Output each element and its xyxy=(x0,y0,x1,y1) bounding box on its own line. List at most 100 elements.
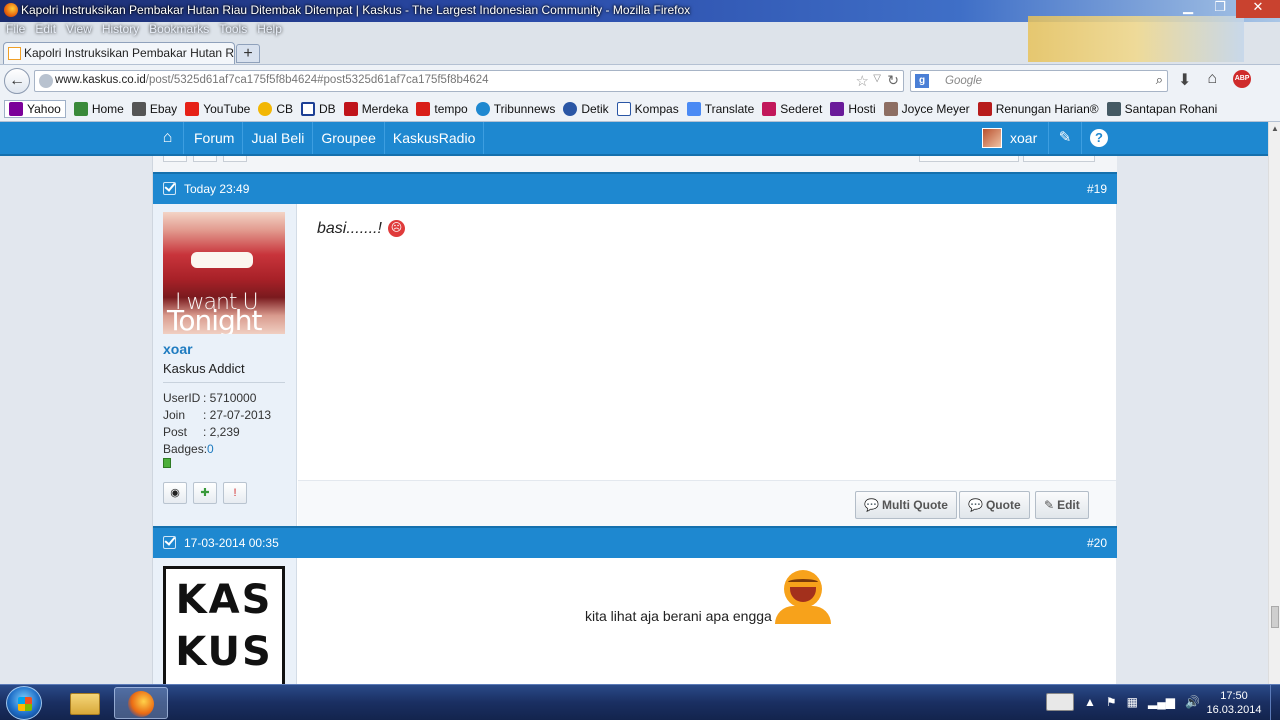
prev-user-action[interactable] xyxy=(193,156,217,162)
search-icon[interactable]: ⌕ xyxy=(1156,72,1163,88)
prev-edit-button[interactable] xyxy=(1023,156,1095,162)
back-button[interactable]: ← xyxy=(4,68,30,94)
toolbar-icons: ⬇ ⌂ ABP xyxy=(1178,70,1252,90)
kompas-icon xyxy=(616,101,631,116)
bookmark-item[interactable]: Home xyxy=(73,101,124,116)
pencil-icon[interactable]: ✎ xyxy=(1048,122,1082,154)
prev-user-action[interactable] xyxy=(223,156,247,162)
multi-quote-button[interactable]: 💬 Multi Quote xyxy=(855,491,957,519)
profile-button[interactable]: ◉ xyxy=(163,482,187,504)
downloads-icon[interactable]: ⬇ xyxy=(1178,70,1191,90)
menu-edit[interactable]: Edit xyxy=(35,22,56,40)
reload-icon[interactable]: ↻ xyxy=(887,72,899,89)
speech-bubble-icon: 💬 xyxy=(864,498,879,512)
nav-kaskusradio[interactable]: KaskusRadio xyxy=(385,122,485,154)
bookmark-star-icon[interactable]: ☆ xyxy=(856,72,869,90)
bookmark-item[interactable]: Hosti xyxy=(830,101,876,116)
edit-button[interactable]: ✎ Edit xyxy=(1035,491,1089,519)
signal-icon[interactable]: ▂▄▆ xyxy=(1148,695,1175,709)
post-message-text: basi.......! xyxy=(317,220,382,237)
page-viewport: ⌂ Forum Jual Beli Groupee KaskusRadio xo… xyxy=(0,122,1268,684)
bookmark-item[interactable]: tempo xyxy=(416,101,468,116)
taskbar-explorer[interactable] xyxy=(58,687,112,719)
nav-jual-beli[interactable]: Jual Beli xyxy=(243,122,314,154)
scrollbar-thumb[interactable] xyxy=(1271,606,1279,628)
volume-icon[interactable]: 🔊 xyxy=(1185,695,1200,709)
maximize-button[interactable]: ❐ xyxy=(1204,0,1236,18)
bookmark-item[interactable]: CB xyxy=(258,101,293,116)
tray-expand-icon[interactable]: ▲ xyxy=(1084,695,1096,709)
bookmark-item[interactable]: Renungan Harian® xyxy=(977,101,1099,116)
bookmark-item[interactable]: YouTube xyxy=(185,101,250,116)
windows-taskbar: ▲ ⚑ ▦ ▂▄▆ 🔊 17:50 16.03.2014 xyxy=(0,684,1280,720)
menu-history[interactable]: History xyxy=(102,22,139,40)
stat-label: Post xyxy=(163,425,188,439)
clock-time: 17:50 xyxy=(1220,690,1248,702)
bookmark-item[interactable]: Tribunnews xyxy=(475,101,555,116)
bookmark-item[interactable]: Merdeka xyxy=(343,101,408,116)
url-path: /post/5325d61af7ca175f5f8b4624#post5325d… xyxy=(145,74,489,86)
nav-forum[interactable]: Forum xyxy=(186,122,244,154)
bookmark-item[interactable]: DB xyxy=(301,101,336,116)
bookmark-item[interactable]: Yahoo xyxy=(4,99,66,118)
home-bookmark-icon xyxy=(73,101,88,116)
bookmark-item[interactable]: Detik xyxy=(563,101,609,116)
user-avatar-image[interactable]: I want U Tonight xyxy=(163,212,285,334)
search-bar[interactable]: g Google ⌕ xyxy=(910,70,1168,92)
bookmark-item[interactable]: Translate xyxy=(686,101,754,116)
speech-bubble-icon: 💬 xyxy=(968,498,983,512)
page-scrollbar[interactable]: ▲ xyxy=(1268,122,1280,684)
user-actions: ◉ ✚ ! xyxy=(163,482,247,504)
window-titlebar[interactable]: Kapolri Instruksikan Pembakar Hutan Riau… xyxy=(0,0,1280,62)
url-text[interactable]: www.kaskus.co.id/post/5325d61af7ca175f5f… xyxy=(55,74,489,86)
select-post-checkbox[interactable] xyxy=(163,182,176,195)
nav-groupee[interactable]: Groupee xyxy=(313,122,385,154)
scroll-up-icon[interactable]: ▲ xyxy=(1271,124,1279,133)
prev-user-action[interactable] xyxy=(163,156,187,162)
prev-quote-button[interactable] xyxy=(919,156,1019,162)
adblock-icon[interactable]: ABP xyxy=(1233,70,1252,88)
bookmark-item[interactable]: Ebay xyxy=(131,101,177,116)
bookmark-item[interactable]: Joyce Meyer xyxy=(883,101,970,116)
home-icon[interactable]: ⌂ xyxy=(1207,70,1217,90)
start-button[interactable] xyxy=(6,686,42,720)
new-tab-button[interactable]: + xyxy=(236,44,260,63)
post-number-link[interactable]: #19 xyxy=(1087,182,1107,196)
flag-icon[interactable]: ⚑ xyxy=(1106,695,1117,709)
taskbar-firefox[interactable] xyxy=(114,687,168,719)
network-icon[interactable]: ▦ xyxy=(1127,695,1138,709)
select-post-checkbox[interactable] xyxy=(163,536,176,549)
quote-button[interactable]: 💬 Quote xyxy=(959,491,1030,519)
post-message: basi.......! ☹ xyxy=(317,220,405,238)
bookmark-item[interactable]: Sederet xyxy=(762,101,822,116)
send-message-button[interactable]: ✚ xyxy=(193,482,217,504)
bookmark-item[interactable]: Kompas xyxy=(616,101,679,116)
menu-help[interactable]: Help xyxy=(257,22,282,40)
bookmark-item[interactable]: Santapan Rohani xyxy=(1106,101,1217,116)
post-header: 17-03-2014 00:35 #20 xyxy=(153,526,1117,558)
menu-bookmarks[interactable]: Bookmarks xyxy=(149,22,209,40)
badges-count-link[interactable]: 0 xyxy=(207,441,214,458)
kaskus-home-icon[interactable]: ⌂ xyxy=(152,122,184,154)
url-dropdown-icon[interactable]: ▽ xyxy=(873,73,881,84)
system-clock[interactable]: 17:50 16.03.2014 xyxy=(1202,689,1266,717)
menu-file[interactable]: File xyxy=(6,22,25,40)
post-username[interactable]: xoar xyxy=(163,341,193,357)
menu-bar: File Edit View History Bookmarks Tools H… xyxy=(0,22,282,40)
nav-username: xoar xyxy=(1010,130,1038,146)
user-menu[interactable]: xoar xyxy=(982,128,1037,148)
menu-tools[interactable]: Tools xyxy=(219,22,247,40)
google-icon[interactable]: g xyxy=(915,74,929,88)
report-button[interactable]: ! xyxy=(223,482,247,504)
minimize-button[interactable]: ▁ xyxy=(1172,0,1204,18)
kaskus-avatar-image[interactable]: KAS KUS xyxy=(163,566,285,684)
pen-input-icon[interactable] xyxy=(1046,693,1074,711)
post-number-link[interactable]: #20 xyxy=(1087,536,1107,550)
menu-view[interactable]: View xyxy=(66,22,92,40)
tab-kaskus[interactable]: Kapolri Instruksikan Pembakar Hutan Ria.… xyxy=(3,42,235,64)
close-button[interactable]: ✕ xyxy=(1236,0,1280,18)
stat-label: UserID xyxy=(163,391,201,405)
url-bar[interactable]: www.kaskus.co.id/post/5325d61af7ca175f5f… xyxy=(34,70,904,92)
help-icon[interactable]: ? xyxy=(1090,129,1108,147)
show-desktop-button[interactable] xyxy=(1270,685,1280,720)
